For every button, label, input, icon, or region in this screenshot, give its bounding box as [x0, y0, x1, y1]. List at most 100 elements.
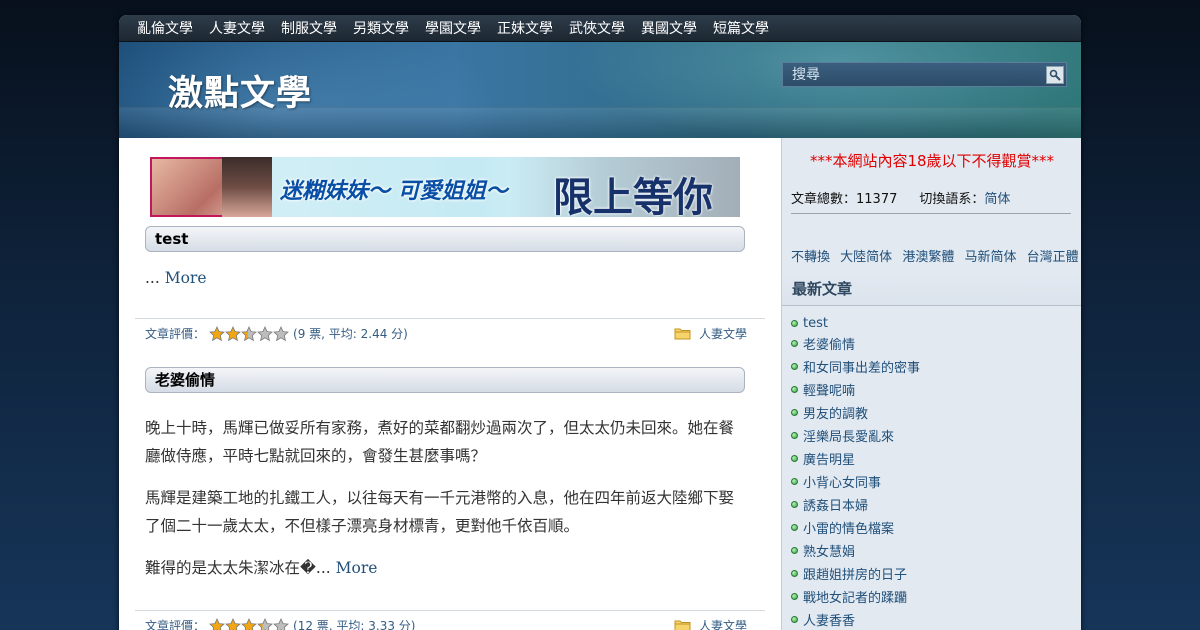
language-variants: 不轉換 大陸简体 港澳繁體 马新简体 台灣正體	[791, 246, 1081, 265]
green-dot-icon	[791, 524, 798, 531]
nav-item-duanpian[interactable]: 短篇文學	[713, 18, 769, 38]
green-dot-icon	[791, 363, 798, 370]
article-counter: 文章總數：11377 切換語系：简体	[791, 188, 1010, 207]
list-item: 男友的調教	[791, 401, 920, 424]
nav-item-luanlun[interactable]: 亂倫文學	[137, 18, 193, 38]
star-icon[interactable]	[209, 325, 225, 342]
latest-article-link[interactable]: 戰地女記者的蹂躪	[803, 587, 907, 606]
list-item: test	[791, 314, 920, 332]
category-link[interactable]: 人妻文學	[699, 325, 747, 342]
total-count: 11377	[856, 192, 898, 207]
search-input[interactable]	[783, 63, 1046, 86]
excerpt-text: 難得的是太太朱潔冰在�...	[145, 559, 331, 577]
green-dot-icon	[791, 547, 798, 554]
nav-item-yiguo[interactable]: 異國文學	[641, 18, 697, 38]
nav-item-linglei[interactable]: 另類文學	[353, 18, 409, 38]
star-icon[interactable]	[241, 325, 257, 342]
rating-block: 文章評價： (9 票, 平均: 2.44 分)	[145, 325, 408, 342]
green-dot-icon	[791, 432, 798, 439]
excerpt-text: ...	[145, 269, 160, 287]
green-dot-icon	[791, 386, 798, 393]
latest-article-link[interactable]: 人妻香香	[803, 610, 855, 629]
star-icon[interactable]	[257, 325, 273, 342]
list-item: 熟女慧娟	[791, 539, 920, 562]
divider	[791, 213, 1071, 214]
post-title[interactable]: 老婆偷情	[145, 367, 745, 393]
language-switch-link[interactable]: 简体	[984, 192, 1010, 207]
star-icon[interactable]	[225, 325, 241, 342]
green-dot-icon	[791, 319, 798, 327]
excerpt-paragraph: 晚上十時，馬輝已做妥所有家務，煮好的菜都翻炒過兩次了，但太太仍未回來。她在餐廳做…	[145, 419, 735, 465]
latest-article-link[interactable]: 小背心女同事	[803, 472, 881, 491]
search-button[interactable]	[1046, 65, 1064, 84]
category-link[interactable]: 人妻文學	[699, 617, 747, 630]
star-icon[interactable]	[225, 617, 241, 630]
magnifier-icon	[1049, 69, 1061, 81]
list-item: 老婆偷情	[791, 332, 920, 355]
nav-item-zhifu[interactable]: 制服文學	[281, 18, 337, 38]
latest-article-link[interactable]: 淫樂局長愛亂來	[803, 426, 894, 445]
latest-article-link[interactable]: 誘姦日本婦	[803, 495, 868, 514]
nav-item-xueyuan[interactable]: 學園文學	[425, 18, 481, 38]
variant-tw-traditional[interactable]: 台灣正體	[1027, 250, 1079, 265]
banner-headline: 限上等你	[553, 175, 713, 217]
folder-icon	[674, 620, 691, 630]
switch-label: 切換語系：	[919, 192, 985, 207]
rating-summary: (12 票, 平均: 3.33 分)	[293, 619, 416, 630]
rating-stars[interactable]	[209, 617, 289, 630]
post-title[interactable]: test	[145, 226, 745, 252]
search-box	[782, 62, 1067, 87]
age-warning: ***本網站內容18歲以下不得觀賞***	[809, 152, 1055, 170]
green-dot-icon	[791, 570, 798, 577]
latest-article-link[interactable]: 廣告明星	[803, 449, 855, 468]
variant-mainland-simplified[interactable]: 大陸简体	[840, 250, 892, 265]
list-item: 誘姦日本婦	[791, 493, 920, 516]
more-link[interactable]: More	[336, 559, 378, 577]
star-icon[interactable]	[273, 325, 289, 342]
list-item: 戰地女記者的蹂躪	[791, 585, 920, 608]
green-dot-icon	[791, 455, 798, 462]
ad-banner[interactable]: 迷糊妹妹～ 可愛姐姐～ 限上等你	[150, 157, 740, 217]
latest-article-link[interactable]: 男友的調教	[803, 403, 868, 422]
green-dot-icon	[791, 409, 798, 416]
rating-label: 文章評價：	[145, 619, 206, 630]
nav-item-renqi[interactable]: 人妻文學	[209, 18, 265, 38]
banner-slogan: 迷糊妹妹～ 可愛姐姐～	[280, 179, 508, 204]
star-icon[interactable]	[257, 617, 273, 630]
nav-item-wuxia[interactable]: 武俠文學	[569, 18, 625, 38]
rating-stars[interactable]	[209, 325, 289, 342]
latest-article-link[interactable]: 熟女慧娟	[803, 541, 855, 560]
category-block: 人妻文學	[674, 325, 747, 342]
folder-icon	[674, 328, 691, 340]
star-icon[interactable]	[209, 617, 225, 630]
banner-photo-middle	[222, 157, 272, 217]
rating-summary: (9 票, 平均: 2.44 分)	[293, 327, 408, 341]
list-item: 小背心女同事	[791, 470, 920, 493]
latest-article-link[interactable]: 跟趙姐拼房的日子	[803, 564, 907, 583]
latest-article-link[interactable]: 和女同事出差的密事	[803, 357, 920, 376]
site-header: 激點文學	[119, 42, 1081, 138]
total-label: 文章總數：	[791, 192, 857, 207]
variant-sg-simplified[interactable]: 马新简体	[964, 250, 1016, 265]
latest-article-link[interactable]: 輕聲呢喃	[803, 380, 855, 399]
star-icon[interactable]	[273, 617, 289, 630]
green-dot-icon	[791, 501, 798, 508]
nav-item-zhengmei[interactable]: 正妹文學	[497, 18, 553, 38]
top-nav: 亂倫文學 人妻文學 制服文學 另類文學 學園文學 正妹文學 武俠文學 異國文學 …	[119, 15, 1081, 42]
star-icon[interactable]	[241, 617, 257, 630]
site-title[interactable]: 激點文學	[168, 65, 312, 116]
latest-article-link[interactable]: 老婆偷情	[803, 334, 855, 353]
list-item: 淫樂局長愛亂來	[791, 424, 920, 447]
more-link[interactable]: More	[165, 269, 207, 287]
post-excerpt: 晚上十時，馬輝已做妥所有家務，煮好的菜都翻炒過兩次了，但太太仍未回來。她在餐廳做…	[145, 414, 745, 596]
latest-article-link[interactable]: test	[803, 316, 828, 331]
category-block: 人妻文學	[674, 617, 747, 630]
rating-block: 文章評價： (12 票, 平均: 3.33 分)	[145, 617, 415, 630]
latest-list: test 老婆偷情和女同事出差的密事 輕聲呢喃男友的調教淫樂局長愛亂來 廣告明星小背心…	[791, 314, 920, 630]
variant-no-convert[interactable]: 不轉換	[791, 250, 830, 265]
post-meta: 文章評價： (9 票, 平均: 2.44 分) 人妻文學	[135, 318, 765, 348]
variant-hk-traditional[interactable]: 港澳繁體	[902, 250, 954, 265]
green-dot-icon	[791, 616, 798, 623]
latest-heading: 最新文章	[782, 272, 1081, 306]
latest-article-link[interactable]: 小雷的情色檔案	[803, 518, 894, 537]
